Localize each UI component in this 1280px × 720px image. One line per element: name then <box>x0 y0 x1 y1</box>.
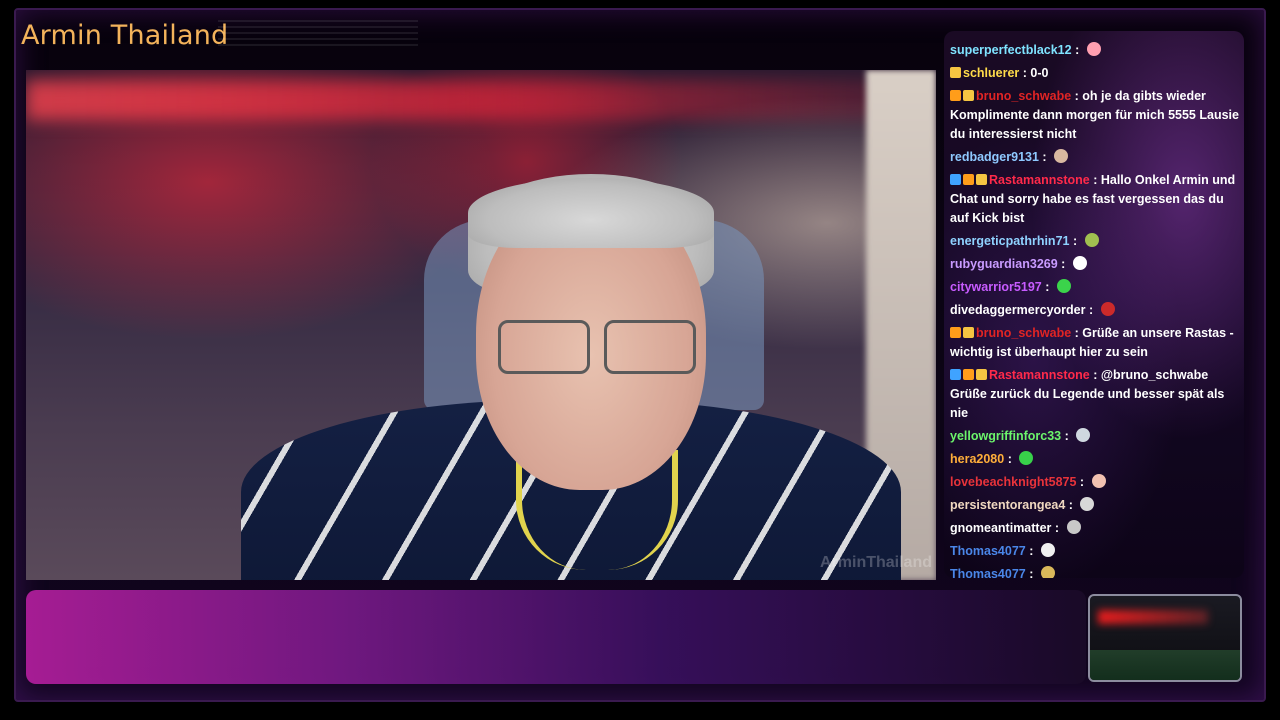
chat-message: persistentorangea4 : <box>950 496 1242 515</box>
crown-badge-icon <box>963 327 974 338</box>
one-badge-icon <box>950 90 961 101</box>
chat-separator: : <box>1019 66 1031 80</box>
chat-separator: : <box>1025 567 1037 578</box>
chat-message: citywarrior5197 : <box>950 278 1242 297</box>
chat-separator: : <box>1051 521 1063 535</box>
chat-username[interactable]: citywarrior5197 <box>950 280 1042 294</box>
glasses <box>496 320 696 374</box>
smile-icon <box>1040 566 1055 578</box>
chat-username[interactable]: rubyguardian3269 <box>950 257 1058 271</box>
chat-message: bruno_schwabe : oh je da gibts wieder Ko… <box>950 87 1242 144</box>
bird-icon <box>1076 428 1091 442</box>
chat-message: gnomeantimatter : <box>950 519 1242 538</box>
chat-username[interactable]: gnomeantimatter <box>950 521 1051 535</box>
glasses-lens-left <box>498 320 590 374</box>
crown-badge-icon <box>976 174 987 185</box>
chat-message: hera2080 : <box>950 450 1242 469</box>
crown-badge-icon <box>976 369 987 380</box>
chat-text: 0-0 <box>1030 66 1049 80</box>
drop-icon <box>1086 42 1101 56</box>
cam-floor <box>1090 650 1240 680</box>
glasses-lens-right <box>604 320 696 374</box>
chat-separator: : <box>1069 234 1081 248</box>
chat-username[interactable]: persistentorangea4 <box>950 498 1065 512</box>
ghost-icon <box>1072 256 1087 270</box>
chat-separator: : <box>1071 89 1083 103</box>
webcam-video: adidas ArminThailand <box>26 70 936 580</box>
car-icon <box>1084 233 1099 247</box>
chat-message: Thomas4077 : <box>950 542 1242 561</box>
sword-badge-icon <box>950 369 961 380</box>
chat-message: energeticpathrhin71 : <box>950 232 1242 251</box>
chat-username[interactable]: bruno_schwabe <box>976 326 1071 340</box>
chat-username[interactable]: bruno_schwabe <box>976 89 1071 103</box>
background-red-light <box>26 80 886 120</box>
chat-message: redbadger9131 : <box>950 148 1242 167</box>
chat-message: Rastamannstone : @bruno_schwabe Grüße zu… <box>950 366 1242 423</box>
chat-username[interactable]: superperfectblack12 <box>950 43 1072 57</box>
chat-separator: : <box>1025 544 1037 558</box>
chat-username[interactable]: schluerer <box>963 66 1019 80</box>
chat-username[interactable]: hera2080 <box>950 452 1004 466</box>
chat-message: divedaggermercyorder : <box>950 301 1242 320</box>
chat-username[interactable]: yellowgriffinforc33 <box>950 429 1061 443</box>
chat-message: Thomas4077 : <box>950 565 1242 578</box>
chat-username[interactable]: Rastamannstone <box>989 368 1090 382</box>
card-icon <box>1040 543 1055 557</box>
chat-username[interactable]: Thomas4077 <box>950 544 1026 558</box>
cam-red-light <box>1098 610 1208 624</box>
one-badge-icon <box>950 327 961 338</box>
channel-watermark: ArminThailand <box>819 554 932 571</box>
person-hair-front <box>468 178 714 248</box>
monster-icon <box>1019 451 1034 465</box>
face-icon <box>1066 520 1081 534</box>
bottom-banner <box>26 590 1086 684</box>
chat-username[interactable]: divedaggermercyorder <box>950 303 1085 317</box>
sword-badge-icon <box>950 174 961 185</box>
crown-badge-icon <box>950 67 961 78</box>
crown-badge-icon <box>963 90 974 101</box>
chat-username[interactable]: energeticpathrhin71 <box>950 234 1069 248</box>
chat-separator: : <box>1089 368 1101 382</box>
chat-message: rubyguardian3269 : <box>950 255 1242 274</box>
chat-separator: : <box>1061 429 1073 443</box>
chat-message: schluerer : 0-0 <box>950 64 1242 83</box>
chat-messages: superperfectblack12 : schluerer : 0-0 bru… <box>950 41 1242 578</box>
chat-message: superperfectblack12 : <box>950 41 1242 60</box>
chat-message: lovebeachknight5875 : <box>950 473 1242 492</box>
chat-username[interactable]: redbadger9131 <box>950 150 1039 164</box>
chat-separator: : <box>1076 475 1088 489</box>
mini-icon <box>1100 302 1115 316</box>
cat-icon <box>1054 149 1069 163</box>
chat-message: bruno_schwabe : Grüße an unsere Rastas -… <box>950 324 1242 362</box>
chat-username[interactable]: Thomas4077 <box>950 567 1026 578</box>
chat-message: Rastamannstone : Hallo Onkel Armin und C… <box>950 171 1242 228</box>
chat-message: yellowgriffinforc33 : <box>950 427 1242 446</box>
frog-icon <box>1056 279 1071 293</box>
one-badge-icon <box>963 174 974 185</box>
chat-separator: : <box>1004 452 1016 466</box>
chat-separator: : <box>1089 173 1101 187</box>
chat-separator: : <box>1038 150 1051 164</box>
channel-title: Armin Thailand <box>21 20 229 51</box>
chat-username[interactable]: lovebeachknight5875 <box>950 475 1076 489</box>
chat-panel: superperfectblack12 : schluerer : 0-0 bru… <box>944 31 1244 578</box>
chat-separator: : <box>1057 257 1069 271</box>
chat-separator: : <box>1071 326 1083 340</box>
chat-separator: : <box>1065 498 1077 512</box>
chat-username[interactable]: Rastamannstone <box>989 173 1090 187</box>
chat-separator: : <box>1071 43 1083 57</box>
one-badge-icon <box>963 369 974 380</box>
skull-icon <box>1080 497 1095 511</box>
title-decoration <box>218 20 418 48</box>
girl-icon <box>1091 474 1106 488</box>
secondary-cam <box>1088 594 1242 682</box>
chat-separator: : <box>1041 280 1053 294</box>
chat-separator: : <box>1085 303 1097 317</box>
